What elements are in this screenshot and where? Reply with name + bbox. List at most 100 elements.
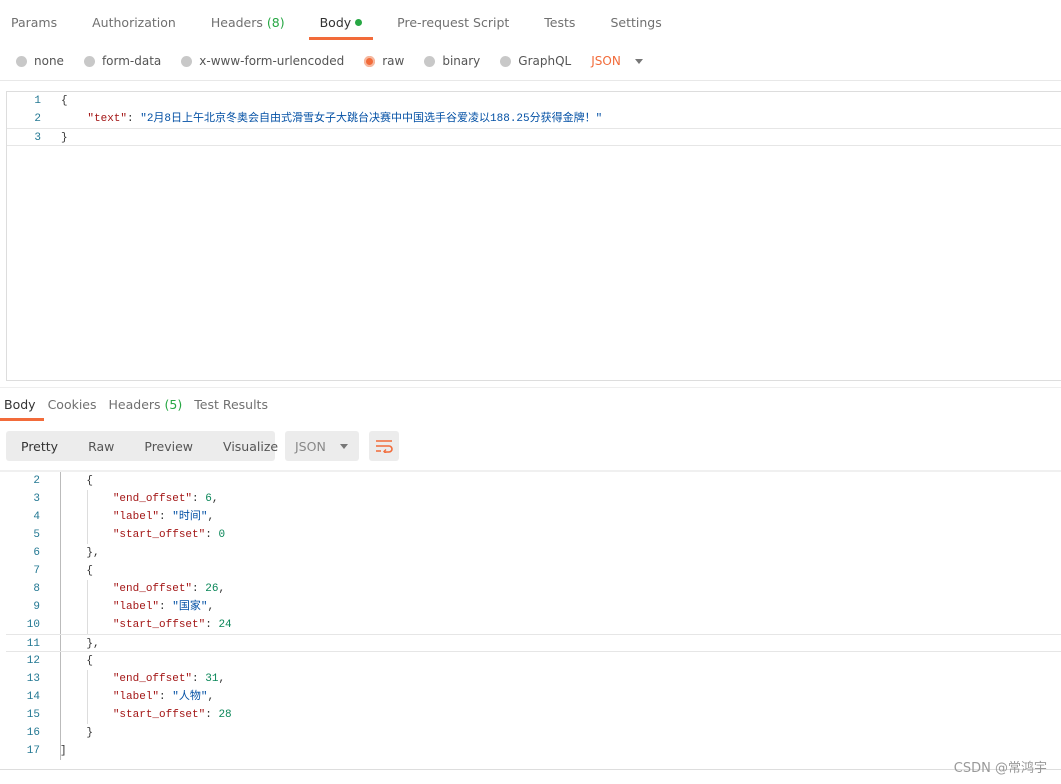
code-token: { <box>61 95 68 107</box>
code-token: "end_offset" <box>112 673 193 685</box>
radio-label: none <box>34 54 64 68</box>
code-token: { <box>60 655 94 667</box>
line-number: 7 <box>33 565 40 577</box>
radio-icon <box>500 55 512 67</box>
radio-selected-icon <box>364 55 376 67</box>
indent-guide <box>87 580 88 634</box>
raw-language-dropdown[interactable]: JSON <box>591 54 643 68</box>
line-content: "start_offset": 0 <box>60 526 225 544</box>
code-line: 2 { <box>6 472 1061 490</box>
code-token: }, <box>60 638 100 650</box>
line-number: 12 <box>26 655 40 667</box>
line-content: { <box>60 562 93 580</box>
chevron-down-icon <box>634 58 643 64</box>
code-token: : <box>159 511 173 523</box>
tab-settings[interactable]: Settings <box>599 0 672 40</box>
code-token: "label" <box>112 691 160 703</box>
line-content: "label": "人物", <box>60 688 214 706</box>
code-token: , <box>207 601 215 613</box>
line-content: }, <box>60 544 99 562</box>
radio-form-data[interactable]: form-data <box>83 54 162 68</box>
view-preview-button[interactable]: Preview <box>129 439 208 454</box>
code-token: , <box>218 583 226 595</box>
radio-raw[interactable]: raw <box>364 54 404 68</box>
response-format-value: JSON <box>295 438 326 454</box>
raw-language-value: JSON <box>591 54 621 68</box>
line-number: 4 <box>33 511 40 523</box>
line-number: 11 <box>26 638 40 650</box>
request-body-editor[interactable]: 1{2 "text": "2月8日上午北京冬奥会自由式滑雪女子大跳台决赛中中国选… <box>6 91 1061 381</box>
code-line: 17] <box>6 742 1061 760</box>
code-token: } <box>60 727 94 739</box>
code-token: "start_offset" <box>112 529 206 541</box>
code-token: 31 <box>205 673 219 685</box>
line-content: ] <box>60 742 67 760</box>
line-content: "label": "国家", <box>60 598 214 616</box>
code-token: "end_offset" <box>112 583 193 595</box>
response-body-viewer[interactable]: 2 {3 "end_offset": 6, 4 "label": "时间", 5 "… <box>6 472 1061 760</box>
tab-tests[interactable]: Tests <box>533 0 586 40</box>
request-tabs: Params Authorization Headers (8) Body Pr… <box>0 0 686 40</box>
code-line: 1{ <box>7 92 1061 110</box>
wrap-lines-button[interactable] <box>369 431 399 461</box>
radio-label: raw <box>382 54 405 68</box>
tab-label: Body <box>319 15 352 30</box>
code-line: 14 "label": "人物", <box>6 688 1061 706</box>
code-line: 5 "start_offset": 0 <box>6 526 1061 544</box>
code-token: } <box>61 132 68 144</box>
code-token: : <box>159 601 173 613</box>
response-tabs: Body Cookies Headers (5) Test Results <box>0 392 276 421</box>
code-token: : <box>192 673 206 685</box>
line-content: { <box>61 92 68 110</box>
code-token: "人物" <box>172 691 208 703</box>
view-visualize-button[interactable]: Visualize <box>208 439 293 454</box>
tab-test-results[interactable]: Test Results <box>190 392 272 421</box>
code-line: 4 "label": "时间", <box>6 508 1061 526</box>
radio-urlencoded[interactable]: x-www-form-urlencoded <box>181 54 344 68</box>
line-number: 2 <box>34 113 41 125</box>
code-line: 3} <box>7 128 1061 146</box>
response-format-dropdown[interactable]: JSON <box>285 431 359 461</box>
view-raw-button[interactable]: Raw <box>73 439 129 454</box>
view-mode-selector: Pretty Raw Preview Visualize <box>6 431 278 461</box>
radio-binary[interactable]: binary <box>424 54 480 68</box>
code-line: 9 "label": "国家", <box>6 598 1061 616</box>
code-token: , <box>218 673 226 685</box>
tab-body[interactable]: Body <box>308 0 374 40</box>
line-number: 17 <box>26 745 40 757</box>
radio-label: form-data <box>101 54 162 68</box>
tab-headers[interactable]: Headers (8) <box>200 0 296 40</box>
line-number: 2 <box>33 475 40 487</box>
code-token: : <box>205 709 219 721</box>
line-content: "end_offset": 26, <box>60 580 225 598</box>
line-number: 5 <box>33 529 40 541</box>
tab-label: Headers <box>108 397 161 412</box>
wrap-icon <box>376 440 393 453</box>
code-token: "国家" <box>172 601 208 613</box>
indent-guide <box>87 490 88 544</box>
tab-cookies[interactable]: Cookies <box>44 392 101 421</box>
line-number: 6 <box>33 547 40 559</box>
code-token: "end_offset" <box>112 493 193 505</box>
line-content: "end_offset": 31, <box>60 670 225 688</box>
code-line: 13 "end_offset": 31, <box>6 670 1061 688</box>
code-token: "2月8日上午北京冬奥会自由式滑雪女子大跳台决赛中中国选手谷爱凌以188.25分… <box>140 113 603 125</box>
tab-params[interactable]: Params <box>0 0 68 40</box>
code-token: { <box>60 565 94 577</box>
code-token: 28 <box>218 709 232 721</box>
line-content: } <box>60 724 93 742</box>
view-pretty-button[interactable]: Pretty <box>6 439 73 454</box>
code-token: : <box>159 691 173 703</box>
tab-response-body[interactable]: Body <box>0 392 44 421</box>
code-token: ] <box>60 745 67 757</box>
radio-graphql[interactable]: GraphQL <box>500 54 571 68</box>
divider <box>0 387 1061 388</box>
tab-response-headers[interactable]: Headers (5) <box>105 392 187 421</box>
tab-authorization[interactable]: Authorization <box>81 0 187 40</box>
code-token: : <box>192 583 206 595</box>
line-content: "start_offset": 28 <box>60 706 232 724</box>
radio-none[interactable]: none <box>16 54 64 68</box>
divider <box>0 769 1061 770</box>
code-token: , <box>211 493 219 505</box>
tab-pre-request-script[interactable]: Pre-request Script <box>386 0 520 40</box>
